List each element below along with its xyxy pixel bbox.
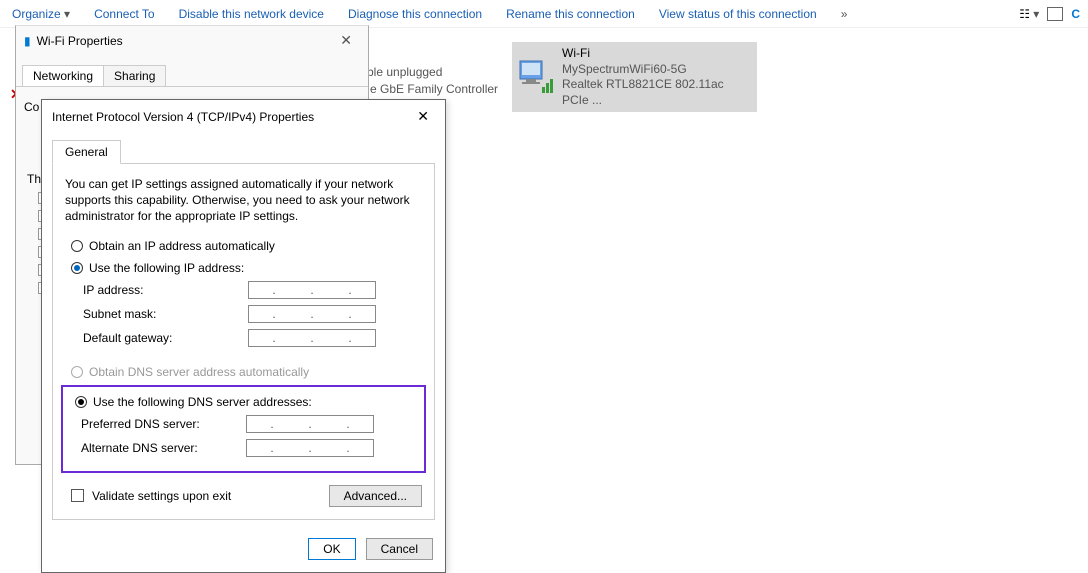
radio-static-ip[interactable] <box>71 262 83 274</box>
network-item-wifi[interactable]: Wi-Fi MySpectrumWiFi60-5G Realtek RTL882… <box>512 42 757 112</box>
network-adapter: Realtek RTL8821CE 802.11ac PCIe ... <box>562 77 753 108</box>
toolbar-disable-device[interactable]: Disable this network device <box>175 5 328 23</box>
wifi-tab-networking[interactable]: Networking <box>22 65 104 86</box>
network-ssid: MySpectrumWiFi60-5G <box>562 62 753 78</box>
radio-auto-dns <box>71 366 83 378</box>
radio-static-dns[interactable] <box>75 396 87 408</box>
view-details-icon[interactable]: ☷ ▾ <box>1019 7 1039 21</box>
wifi-dialog-icon: ▮ <box>24 34 31 48</box>
ipv4-properties-dialog: Internet Protocol Version 4 (TCP/IPv4) P… <box>41 99 446 573</box>
wifi-dialog-close[interactable]: ✕ <box>332 32 360 49</box>
preferred-dns-label: Preferred DNS server: <box>81 417 236 431</box>
wifi-tab-sharing[interactable]: Sharing <box>103 65 166 86</box>
toolbar-rename[interactable]: Rename this connection <box>502 5 639 23</box>
network-partial-status: ble unplugged <box>367 65 442 79</box>
network-partial-adapter: e GbE Family Controller <box>370 82 498 96</box>
ok-button[interactable]: OK <box>308 538 355 560</box>
help-icon[interactable]: C <box>1071 7 1080 21</box>
preferred-dns-input[interactable]: ... <box>246 415 374 433</box>
gateway-label: Default gateway: <box>83 331 238 345</box>
toolbar-right: ☷ ▾ C <box>1019 7 1080 21</box>
wifi-body-fragment-th: Th <box>27 172 41 186</box>
advanced-button[interactable]: Advanced... <box>329 485 422 507</box>
radio-auto-dns-label: Obtain DNS server address automatically <box>89 365 309 379</box>
toolbar-more[interactable]: » <box>837 5 852 23</box>
radio-static-ip-label: Use the following IP address: <box>89 261 244 275</box>
toolbar-connect-to[interactable]: Connect To <box>90 5 159 23</box>
wifi-body-fragment-co: Co <box>24 100 39 114</box>
ip-address-input[interactable]: ... <box>248 281 376 299</box>
alternate-dns-label: Alternate DNS server: <box>81 441 236 455</box>
network-name: Wi-Fi <box>562 46 753 62</box>
ipv4-dialog-title: Internet Protocol Version 4 (TCP/IPv4) P… <box>52 110 314 124</box>
alternate-dns-input[interactable]: ... <box>246 439 374 457</box>
wifi-dialog-title: Wi-Fi Properties <box>37 34 123 48</box>
ip-address-label: IP address: <box>83 283 238 297</box>
view-preview-icon[interactable] <box>1047 7 1063 21</box>
cancel-button[interactable]: Cancel <box>366 538 433 560</box>
ipv4-description: You can get IP settings assigned automat… <box>65 176 422 225</box>
explorer-toolbar: Organize ▾ Connect To Disable this netwo… <box>0 0 1088 28</box>
gateway-input[interactable]: ... <box>248 329 376 347</box>
ipv4-tab-general[interactable]: General <box>52 140 121 164</box>
ipv4-dialog-close[interactable]: ✕ <box>411 108 435 125</box>
toolbar-diagnose[interactable]: Diagnose this connection <box>344 5 486 23</box>
radio-static-dns-label: Use the following DNS server addresses: <box>93 395 312 409</box>
wifi-adapter-icon <box>516 57 556 97</box>
dns-highlight-box: Use the following DNS server addresses: … <box>61 385 426 473</box>
toolbar-organize[interactable]: Organize ▾ <box>8 5 74 23</box>
radio-auto-ip[interactable] <box>71 240 83 252</box>
radio-auto-ip-label: Obtain an IP address automatically <box>89 239 275 253</box>
validate-label: Validate settings upon exit <box>92 489 231 503</box>
subnet-input[interactable]: ... <box>248 305 376 323</box>
validate-checkbox[interactable] <box>71 489 84 502</box>
toolbar-view-status[interactable]: View status of this connection <box>655 5 821 23</box>
subnet-label: Subnet mask: <box>83 307 238 321</box>
